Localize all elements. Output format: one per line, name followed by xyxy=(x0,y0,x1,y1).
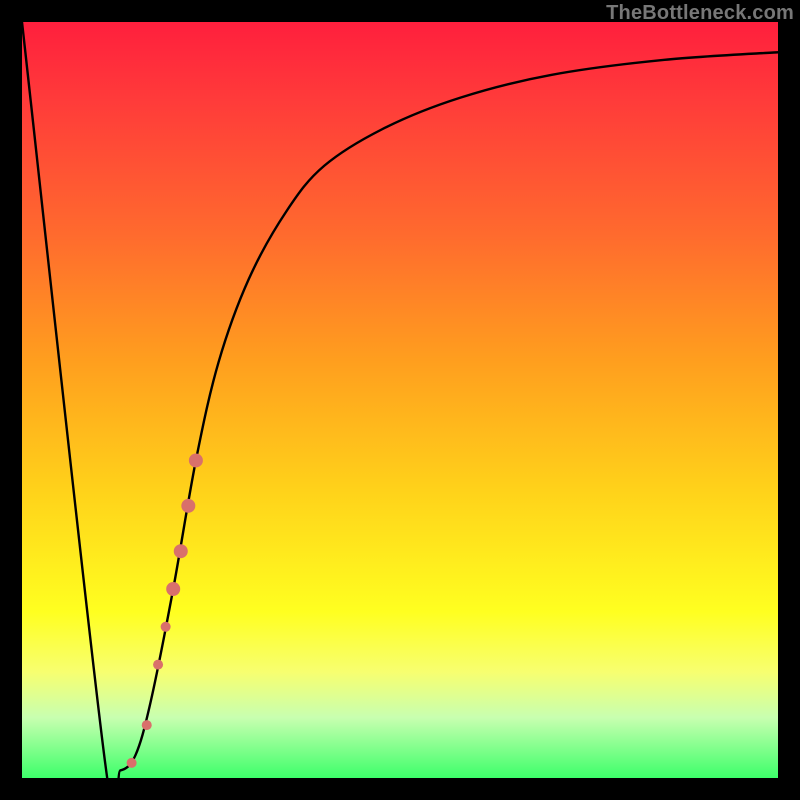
data-marker xyxy=(181,499,195,513)
marker-group xyxy=(127,453,203,767)
chart-svg xyxy=(22,22,778,778)
bottleneck-curve xyxy=(22,22,778,778)
data-marker xyxy=(166,582,180,596)
data-marker xyxy=(161,622,171,632)
data-marker xyxy=(189,453,203,467)
data-marker xyxy=(127,758,137,768)
data-marker xyxy=(174,544,188,558)
data-marker xyxy=(153,660,163,670)
data-marker xyxy=(142,720,152,730)
plot-area xyxy=(22,22,778,778)
chart-frame: TheBottleneck.com xyxy=(0,0,800,800)
watermark-text: TheBottleneck.com xyxy=(606,2,794,25)
